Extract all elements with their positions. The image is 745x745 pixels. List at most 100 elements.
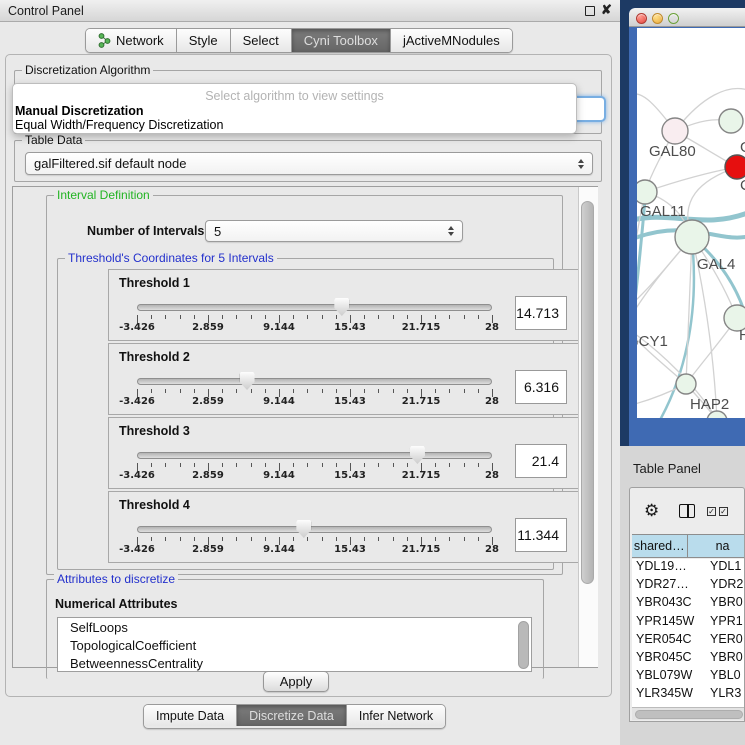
split-columns-icon[interactable] <box>679 504 695 518</box>
float-window-icon[interactable] <box>585 6 595 16</box>
threshold-4-slider-track[interactable] <box>137 526 492 533</box>
tab-infer-network[interactable]: Infer Network <box>347 705 445 726</box>
scrollbar-thumb[interactable] <box>581 201 594 584</box>
list-scrollbar[interactable] <box>518 621 529 669</box>
number-of-intervals-label: Number of Intervals <box>87 224 204 238</box>
attributes-group-title: Attributes to discretize <box>54 572 178 586</box>
horizontal-scrollbar[interactable] <box>632 707 745 720</box>
table-data-groupbox: Table Data galFiltered.sif default node <box>14 140 602 182</box>
mac-minimize-button[interactable] <box>652 13 663 24</box>
window-title: Control Panel <box>8 4 84 18</box>
tab-network[interactable]: Network <box>86 29 177 52</box>
mac-close-button[interactable] <box>636 13 647 24</box>
table-row[interactable]: YLR345WYLR3 <box>632 686 745 704</box>
table-row[interactable]: YBL079WYBL0 <box>632 668 745 686</box>
network-window-titlebar[interactable] <box>629 8 745 27</box>
thresholds-groupbox: Threshold's Coordinates for 5 Intervals … <box>57 258 554 570</box>
tab-style[interactable]: Style <box>177 29 231 52</box>
horizontal-scrollbar-thumb[interactable] <box>635 710 743 719</box>
apply-button[interactable]: Apply <box>263 671 329 692</box>
node-label: HAP2 <box>690 396 729 413</box>
threshold-1-slider-track[interactable] <box>137 304 492 311</box>
threshold-4-panel: Threshold 4 -3.4262.859 9.14415.43 21.71… <box>108 491 591 563</box>
close-window-icon[interactable]: ✘ <box>601 2 612 18</box>
table-data-combobox[interactable]: galFiltered.sif default node <box>25 152 593 175</box>
table-data-value: galFiltered.sif default node <box>34 156 186 171</box>
threshold-2-slider-handle[interactable] <box>240 372 255 390</box>
algorithm-dropdown-popup: Select algorithm to view settings Manual… <box>12 83 577 134</box>
gear-icon[interactable]: ⚙ <box>644 502 659 519</box>
number-of-intervals-value: 5 <box>214 224 221 239</box>
network-icon <box>98 33 111 49</box>
checkbox-icon[interactable]: ✓ <box>707 507 716 516</box>
algorithm-group-title: Discretization Algorithm <box>22 63 153 77</box>
number-of-intervals-combobox[interactable]: 5 <box>205 220 463 242</box>
interval-definition-title: Interval Definition <box>54 188 153 202</box>
tab-impute-data[interactable]: Impute Data <box>144 705 237 726</box>
table-body[interactable]: YDL19…YDL1 YDR27…YDR2 YBR043CYBR0 YPR145… <box>632 559 745 707</box>
threshold-3-panel: Threshold 3 -3.4262.859 9.14415.43 21.71… <box>108 417 591 489</box>
node-label: H <box>739 327 745 344</box>
threshold-1-label: Threshold 1 <box>119 276 190 290</box>
table-header-row: shared… na <box>632 534 745 558</box>
threshold-1-slider-handle[interactable] <box>334 298 349 316</box>
settings-scrollpane: Interval Definition Number of Intervals … <box>12 186 598 668</box>
network-canvas[interactable]: GAL80 G C GAL11 GAL4 GCY1 H HAP2 <box>637 28 745 418</box>
threshold-3-value-field[interactable]: 21.4 <box>515 444 567 478</box>
top-tab-bar: Network Style Select Cyni Toolbox jActiv… <box>85 28 513 53</box>
network-graph: GAL80 G C GAL11 GAL4 GCY1 H HAP2 <box>637 28 745 418</box>
tab-select[interactable]: Select <box>231 29 292 52</box>
threshold-3-slider-handle[interactable] <box>410 446 425 464</box>
dropdown-item-equal-width[interactable]: Equal Width/Frequency Discretization <box>15 118 223 132</box>
list-item[interactable]: TopologicalCoefficient <box>58 636 531 654</box>
control-panel-titlebar: Control Panel <box>0 0 620 22</box>
dropdown-hint-item[interactable]: Select algorithm to view settings <box>13 89 576 103</box>
table-row[interactable]: YBR043CYBR0 <box>632 595 745 613</box>
table-row[interactable]: YBR045CYBR0 <box>632 650 745 668</box>
node-label: C <box>740 177 745 194</box>
network-view-window: GAL80 G C GAL11 GAL4 GCY1 H HAP2 <box>629 8 745 446</box>
column-header-name[interactable]: na <box>688 535 745 557</box>
threshold-2-slider-track[interactable] <box>137 378 492 385</box>
attributes-groupbox: Attributes to discretize Numerical Attri… <box>46 579 544 679</box>
checkbox-icon[interactable]: ✓ <box>719 507 728 516</box>
list-item[interactable]: BetweennessCentrality <box>58 654 531 672</box>
combo-stepper-icon[interactable] <box>578 159 584 169</box>
slider-tick-labels: -3.4262.859 9.14415.43 21.71528 <box>137 396 492 408</box>
screen: Control Panel ✘ Network Style Select Cyn… <box>0 0 745 745</box>
threshold-2-panel: Threshold 2 -3.4262.859 9.14415.43 21.71… <box>108 343 591 415</box>
node-label: GAL11 <box>640 203 686 220</box>
threshold-4-slider-handle[interactable] <box>296 520 311 538</box>
list-item[interactable]: SelfLoops <box>58 618 531 636</box>
table-row[interactable]: YDR27…YDR2 <box>632 577 745 595</box>
slider-tick-labels: -3.4262.859 9.14415.43 21.71528 <box>137 322 492 334</box>
table-data-group-title: Table Data <box>22 133 85 147</box>
dropdown-item-manual-discretization[interactable]: Manual Discretization <box>15 104 144 118</box>
tab-network-label: Network <box>116 33 164 48</box>
slider-tick-labels: -3.4262.859 9.14415.43 21.71528 <box>137 470 492 482</box>
tab-jactivemnodules[interactable]: jActiveMNodules <box>391 29 512 52</box>
threshold-2-label: Threshold 2 <box>119 350 190 364</box>
threshold-3-slider-track[interactable] <box>137 452 492 459</box>
threshold-2-value-field[interactable]: 6.316 <box>515 370 567 404</box>
tab-cyni-toolbox[interactable]: Cyni Toolbox <box>292 29 391 52</box>
threshold-4-value-field[interactable]: 11.344 <box>515 518 567 552</box>
table-row[interactable]: YDL19…YDL1 <box>632 559 745 577</box>
node-label: GCY1 <box>637 333 668 350</box>
column-header-shared-name[interactable]: shared… <box>632 535 688 557</box>
bottom-tab-bar: Impute Data Discretize Data Infer Networ… <box>143 704 446 729</box>
table-row[interactable]: YPR145WYPR1 <box>632 614 745 632</box>
node-label: G <box>740 139 745 156</box>
mac-zoom-button[interactable] <box>668 13 679 24</box>
table-row[interactable]: YER054CYER0 <box>632 632 745 650</box>
threshold-1-value-field[interactable]: 14.713 <box>515 296 567 330</box>
numerical-attributes-label: Numerical Attributes <box>55 597 177 611</box>
table-panel: ⚙ ✓ ✓ shared… na YDL19…YDL1 YDR27…YDR2 Y… <box>629 487 745 722</box>
threshold-4-label: Threshold 4 <box>119 498 190 512</box>
combo-stepper-icon[interactable] <box>448 226 454 236</box>
numerical-attributes-list[interactable]: SelfLoops TopologicalCoefficient Between… <box>57 617 532 672</box>
tab-discretize-data[interactable]: Discretize Data <box>237 705 347 726</box>
threshold-1-panel: Threshold 1 -3.4262.859 9.14415.43 21.71… <box>108 269 591 341</box>
interval-definition-groupbox: Interval Definition Number of Intervals … <box>46 195 563 575</box>
node-label: GAL80 <box>649 143 696 160</box>
